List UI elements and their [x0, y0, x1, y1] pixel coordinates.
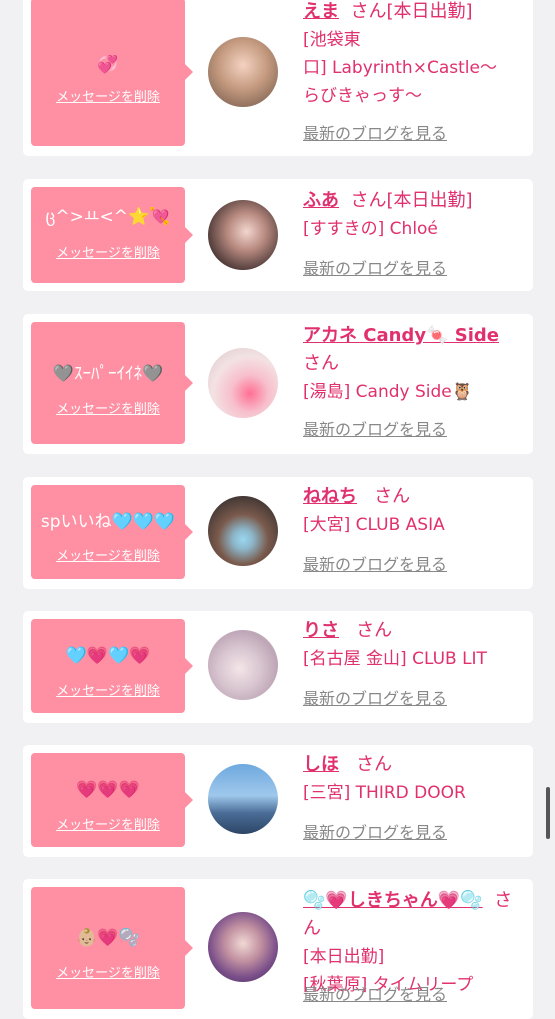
- profile-name-link[interactable]: アカネ Candy🍬 Side: [303, 325, 499, 346]
- list-item: 🩵💗🩵💗 メッセージを削除 りさ さん [名古屋 金山] CLUB LIT 最新…: [23, 611, 533, 723]
- latest-blog-link[interactable]: 最新のブログを見る: [303, 984, 447, 1006]
- latest-blog-link[interactable]: 最新のブログを見る: [303, 419, 447, 441]
- profile-info: ふあ さん[本日出勤] [すすきの] Chloé: [303, 187, 525, 243]
- name-line: アカネ Candy🍬 Side: [303, 322, 525, 350]
- profile-name-link[interactable]: えま: [303, 1, 339, 22]
- profile-info: りさ さん [名古屋 金山] CLUB LIT: [303, 617, 525, 673]
- message-bubble: ც^>ㅛ<^⭐💘 メッセージを削除: [31, 187, 193, 283]
- avatar[interactable]: [208, 348, 278, 418]
- name-line: ねねち さん: [303, 483, 525, 511]
- message-text: ც^>ㅛ<^⭐💘: [45, 207, 171, 227]
- profile-info: えま さん[本日出勤] [池袋東 口] Labyrinth×Castle〜 らび…: [303, 0, 525, 110]
- status-badge: [本日出勤]: [303, 947, 385, 967]
- list-item: spいいね🩵🩵🩵 メッセージを削除 ねねち さん [大宮] CLUB ASIA …: [23, 477, 533, 589]
- message-bubble: 🩵💗🩵💗 メッセージを削除: [31, 619, 193, 713]
- honorific: さん: [350, 1, 387, 22]
- avatar[interactable]: [208, 630, 278, 700]
- status-badge: [本日出勤]: [386, 190, 473, 211]
- profile-info: アカネ Candy🍬 Side さん [湯島] Candy Side🦉: [303, 322, 525, 406]
- honorific: さん: [356, 620, 393, 641]
- message-bubble: 💗💗💗 メッセージを削除: [31, 753, 193, 847]
- message-bubble: 🩶ｽｰﾊﾟｰｲｲﾈ🩶 メッセージを削除: [31, 322, 193, 444]
- name-line: 🫧💗しきちゃん💗🫧 さん: [303, 887, 525, 943]
- profile-name-link[interactable]: しほ: [303, 754, 339, 775]
- avatar[interactable]: [208, 496, 278, 566]
- delete-message-link[interactable]: メッセージを削除: [31, 548, 185, 566]
- latest-blog-link[interactable]: 最新のブログを見る: [303, 123, 447, 145]
- avatar[interactable]: [208, 37, 278, 107]
- message-text: 💞: [97, 55, 119, 75]
- message-bubble: 👶🏼💗🫧 メッセージを削除: [31, 887, 193, 1009]
- honorific: さん: [374, 486, 411, 507]
- latest-blog-link[interactable]: 最新のブログを見る: [303, 258, 447, 280]
- profile-name-link[interactable]: ふあ: [303, 190, 339, 211]
- status-badge: [本日出勤]: [386, 1, 473, 22]
- profile-name-link[interactable]: 🫧💗しきちゃん💗🫧: [303, 890, 483, 911]
- name-line: りさ さん: [303, 617, 525, 645]
- name-line: しほ さん: [303, 751, 525, 779]
- shop-line: [三宮] THIRD DOOR: [303, 783, 466, 803]
- favorites-list: 💞 メッセージを削除 えま さん[本日出勤] [池袋東 口] Labyrinth…: [0, 0, 555, 1019]
- delete-message-link[interactable]: メッセージを削除: [31, 89, 185, 107]
- message-text: 🩶ｽｰﾊﾟｰｲｲﾈ🩶: [52, 364, 164, 384]
- profile-name-link[interactable]: りさ: [303, 620, 339, 641]
- name-line: えま さん[本日出勤]: [303, 0, 525, 26]
- scrollbar[interactable]: [546, 787, 550, 839]
- message-text: 🩵💗🩵💗: [65, 646, 151, 666]
- shop-line: [名古屋 金山] CLUB LIT: [303, 649, 487, 669]
- latest-blog-link[interactable]: 最新のブログを見る: [303, 554, 447, 576]
- avatar[interactable]: [208, 200, 278, 270]
- list-item: 💞 メッセージを削除 えま さん[本日出勤] [池袋東 口] Labyrinth…: [23, 0, 533, 156]
- profile-name-link[interactable]: ねねち: [303, 486, 357, 507]
- shop-line: [すすきの] Chloé: [303, 219, 438, 239]
- message-text: spいいね🩵🩵🩵: [40, 512, 176, 532]
- delete-message-link[interactable]: メッセージを削除: [31, 817, 185, 835]
- honorific: さん: [350, 190, 387, 211]
- delete-message-link[interactable]: メッセージを削除: [31, 965, 185, 983]
- latest-blog-link[interactable]: 最新のブログを見る: [303, 688, 447, 710]
- shop-line: [湯島] Candy Side🦉: [303, 382, 473, 402]
- delete-message-link[interactable]: メッセージを削除: [31, 245, 185, 263]
- shop-line: [池袋東: [303, 30, 361, 50]
- message-bubble: 💞 メッセージを削除: [31, 0, 193, 146]
- list-item: ც^>ㅛ<^⭐💘 メッセージを削除 ふあ さん[本日出勤] [すすきの] Chl…: [23, 179, 533, 291]
- message-bubble: spいいね🩵🩵🩵 メッセージを削除: [31, 485, 193, 579]
- delete-message-link[interactable]: メッセージを削除: [31, 683, 185, 701]
- latest-blog-link[interactable]: 最新のブログを見る: [303, 822, 447, 844]
- avatar[interactable]: [208, 912, 278, 982]
- profile-info: しほ さん [三宮] THIRD DOOR: [303, 751, 525, 807]
- profile-info: ねねち さん [大宮] CLUB ASIA: [303, 483, 525, 539]
- avatar[interactable]: [208, 764, 278, 834]
- profile-info: 🫧💗しきちゃん💗🫧 さん [本日出勤] [秋葉原] タイムリープ: [303, 887, 525, 999]
- list-item: 💗💗💗 メッセージを削除 しほ さん [三宮] THIRD DOOR 最新のブロ…: [23, 745, 533, 857]
- shop-line: [大宮] CLUB ASIA: [303, 515, 445, 535]
- honorific: さん: [356, 754, 393, 775]
- list-item: 🩶ｽｰﾊﾟｰｲｲﾈ🩶 メッセージを削除 アカネ Candy🍬 Side さん […: [23, 314, 533, 454]
- delete-message-link[interactable]: メッセージを削除: [31, 401, 185, 419]
- name-line: ふあ さん[本日出勤]: [303, 187, 525, 215]
- message-text: 💗💗💗: [76, 780, 140, 800]
- shop-line: 口] Labyrinth×Castle〜: [303, 58, 497, 78]
- message-text: 👶🏼💗🫧: [76, 928, 140, 948]
- shop-line: らびきゃっす〜: [303, 86, 422, 106]
- name-line-cont: さん: [303, 350, 525, 378]
- honorific: さん: [303, 353, 339, 374]
- list-item: 👶🏼💗🫧 メッセージを削除 🫧💗しきちゃん💗🫧 さん [本日出勤] [秋葉原] …: [23, 879, 533, 1019]
